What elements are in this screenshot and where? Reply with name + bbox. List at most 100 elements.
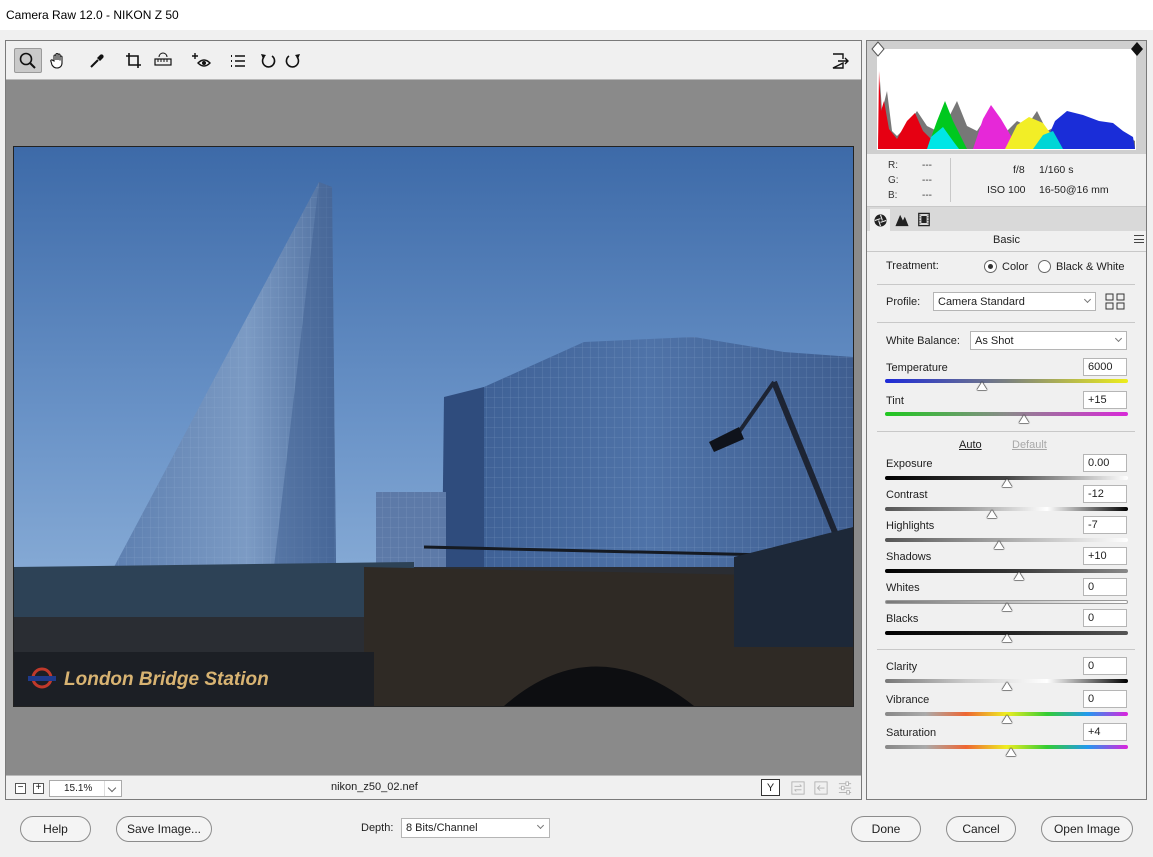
- clarity-value[interactable]: 0: [1083, 657, 1127, 675]
- saturation-value[interactable]: +4: [1083, 723, 1127, 741]
- saturation-slider-thumb[interactable]: [1006, 748, 1017, 756]
- vibrance-value[interactable]: 0: [1083, 690, 1127, 708]
- panel-section-title: Basic: [867, 231, 1146, 252]
- blacks-slider-thumb[interactable]: [1001, 634, 1012, 642]
- white-balance-label: White Balance:: [886, 335, 960, 347]
- histogram: [867, 41, 1146, 154]
- lens-value: 16-50@16 mm: [1039, 184, 1109, 196]
- highlights-slider-track[interactable]: [885, 538, 1128, 542]
- filename-label: nikon_z50_02.nef: [331, 781, 418, 793]
- highlights-slider-thumb[interactable]: [994, 541, 1005, 549]
- highlights-value[interactable]: -7: [1083, 516, 1127, 534]
- title-bar: Camera Raw 12.0 - NIKON Z 50: [0, 0, 1153, 30]
- contrast-slider-thumb[interactable]: [986, 510, 997, 518]
- contrast-label: Contrast: [886, 489, 928, 501]
- done-button[interactable]: Done: [851, 816, 921, 842]
- treatment-color-radio[interactable]: [984, 260, 997, 273]
- swap-icon: [790, 780, 805, 795]
- temperature-label: Temperature: [886, 362, 948, 374]
- rotate-ccw-button[interactable]: [254, 48, 282, 73]
- tint-slider-track[interactable]: [885, 412, 1128, 416]
- temperature-slider-track[interactable]: [885, 379, 1128, 383]
- zoom-icon: [19, 52, 36, 69]
- shadows-label: Shadows: [886, 551, 932, 563]
- shadows-slider-track[interactable]: [885, 569, 1128, 573]
- white-balance-select[interactable]: As Shot: [970, 331, 1127, 350]
- crop-tool-button[interactable]: [120, 48, 148, 73]
- help-button[interactable]: Help: [20, 816, 91, 842]
- before-after-toggle-button[interactable]: Y: [761, 779, 780, 796]
- temperature-value[interactable]: 6000: [1083, 358, 1127, 376]
- auto-link[interactable]: Auto: [959, 439, 982, 451]
- hand-tool-button[interactable]: [44, 48, 72, 73]
- aperture-value: f/8: [1013, 164, 1025, 176]
- blacks-value[interactable]: 0: [1083, 609, 1127, 627]
- depth-select[interactable]: 8 Bits/Channel: [401, 818, 550, 838]
- zoom-in-button[interactable]: +: [33, 783, 44, 794]
- open-image-button[interactable]: Open Image: [1041, 816, 1133, 842]
- window-title: Camera Raw 12.0 - NIKON Z 50: [6, 8, 179, 22]
- sliders-icon: [838, 780, 851, 795]
- panel-title-text: Basic: [993, 234, 1020, 246]
- default-link[interactable]: Default: [1012, 439, 1047, 451]
- aperture-icon: [873, 213, 887, 227]
- depth-value: 8 Bits/Channel: [406, 822, 478, 834]
- tab-calibration[interactable]: [914, 210, 934, 228]
- tint-slider-thumb[interactable]: [1018, 415, 1029, 423]
- swap-settings-button[interactable]: [788, 779, 807, 796]
- rotate-cw-icon: [285, 53, 300, 68]
- clarity-slider-thumb[interactable]: [1001, 682, 1012, 690]
- fullscreen-icon: [832, 52, 849, 69]
- zoom-tool-button[interactable]: [14, 48, 42, 73]
- divider: [877, 322, 1135, 323]
- b-label: B:: [888, 190, 898, 201]
- toolbar: [6, 41, 861, 80]
- whites-value[interactable]: 0: [1083, 578, 1127, 596]
- depth-label: Depth:: [361, 822, 394, 834]
- chevron-down-icon: [536, 821, 545, 830]
- zoom-level-select[interactable]: 15.1%: [49, 780, 122, 797]
- shadows-value[interactable]: +10: [1083, 547, 1127, 565]
- straighten-tool-button[interactable]: [149, 48, 177, 73]
- tab-detail[interactable]: [892, 210, 912, 228]
- profile-select[interactable]: Camera Standard: [933, 292, 1096, 311]
- zoom-out-button[interactable]: −: [15, 783, 26, 794]
- iso-value: ISO 100: [987, 184, 1026, 196]
- rotate-cw-button[interactable]: [279, 48, 307, 73]
- panel-menu-icon[interactable]: [1134, 235, 1144, 243]
- white-balance-tool-button[interactable]: [83, 48, 111, 73]
- crop-icon: [126, 52, 141, 68]
- temperature-slider-thumb[interactable]: [977, 382, 988, 390]
- tint-value[interactable]: +15: [1083, 391, 1127, 409]
- mountains-icon: [895, 214, 909, 226]
- tab-basic[interactable]: [870, 209, 890, 231]
- treatment-bw-radio[interactable]: [1038, 260, 1051, 273]
- adjustments-panel: R: --- G: --- B: --- f/8 1/160 s ISO 100…: [866, 40, 1147, 800]
- save-image-button[interactable]: Save Image...: [116, 816, 212, 842]
- preview-area: London Bridge Station − + 15.1% nikon_z5…: [5, 40, 862, 800]
- presets-list-button[interactable]: [224, 48, 252, 73]
- preview-preferences-button[interactable]: [835, 779, 854, 796]
- copy-settings-button[interactable]: [811, 779, 830, 796]
- exposure-value[interactable]: 0.00: [1083, 454, 1127, 472]
- spot-removal-tool-button[interactable]: [188, 48, 216, 73]
- contrast-slider-track[interactable]: [885, 507, 1128, 511]
- photo-preview[interactable]: London Bridge Station: [13, 146, 854, 707]
- whites-slider-thumb[interactable]: [1001, 603, 1012, 611]
- white-balance-value: As Shot: [975, 335, 1014, 347]
- profile-browser-button[interactable]: [1105, 293, 1125, 310]
- contrast-value[interactable]: -12: [1083, 485, 1127, 503]
- g-value: ---: [922, 175, 932, 186]
- whites-label: Whites: [886, 582, 920, 594]
- rotate-ccw-icon: [261, 53, 276, 68]
- cancel-button[interactable]: Cancel: [946, 816, 1016, 842]
- shadows-slider-thumb[interactable]: [1013, 572, 1024, 580]
- hand-icon: [50, 52, 63, 69]
- exposure-slider-thumb[interactable]: [1001, 479, 1012, 487]
- fullscreen-toggle-button[interactable]: [826, 48, 854, 73]
- vibrance-slider-thumb[interactable]: [1001, 715, 1012, 723]
- profile-label: Profile:: [886, 296, 921, 308]
- zoom-level-value: 15.1%: [64, 783, 93, 794]
- divider: [877, 431, 1135, 432]
- saturation-label: Saturation: [886, 727, 937, 739]
